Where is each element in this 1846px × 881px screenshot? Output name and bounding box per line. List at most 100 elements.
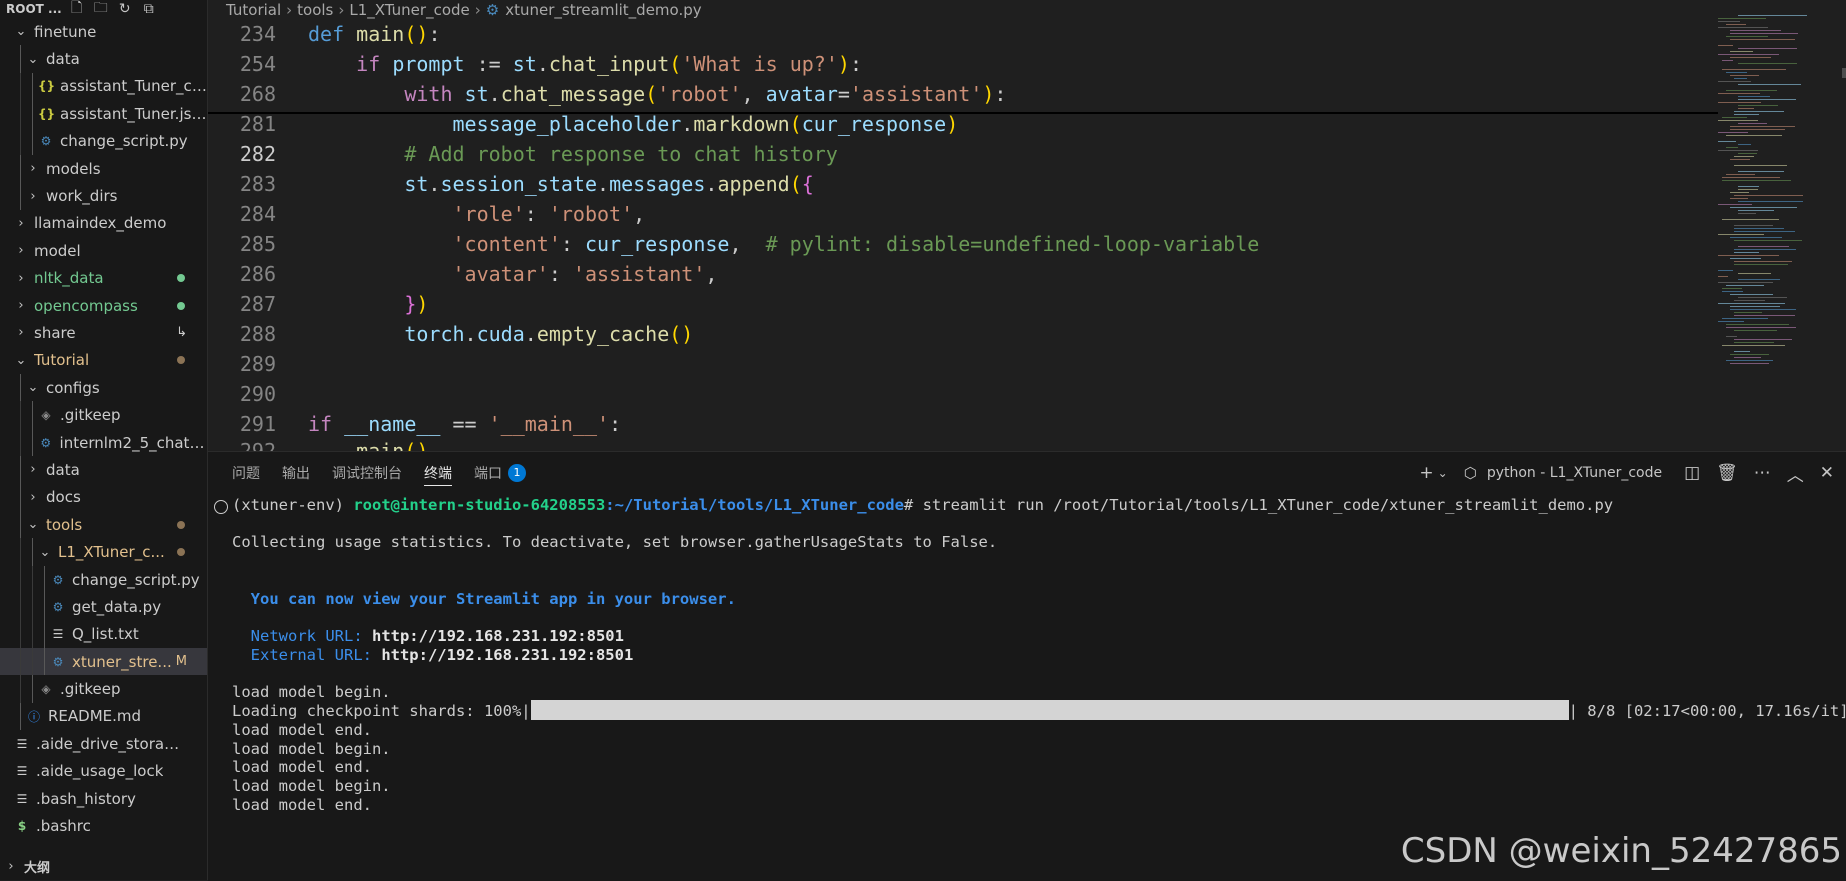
explorer-root-label[interactable]: ROOT ...: [6, 2, 62, 16]
code-editor[interactable]: Tutorial › tools › L1_XTuner_code › ⚙ xt…: [208, 0, 1846, 451]
new-file-icon[interactable]: 🗋: [68, 0, 86, 18]
tree-folder[interactable]: ⌄ data: [0, 45, 207, 73]
minimap-line: [1722, 291, 1743, 292]
tree-file[interactable]: ⚙ change_script.py: [0, 565, 207, 594]
panel-tab-label: 调试控制台: [332, 466, 402, 482]
tree-file[interactable]: {} assistant_Tuner.jsonl: [0, 100, 207, 128]
breadcrumb-item[interactable]: xtuner_streamlit_demo.py: [505, 1, 701, 19]
tree-file[interactable]: ⚙ change_script.py: [0, 127, 207, 155]
tree-folder[interactable]: › opencompass: [0, 292, 207, 319]
tree-folder[interactable]: › docs: [0, 483, 207, 512]
code-line[interactable]: 285 'content': cur_response, # pylint: d…: [208, 229, 1259, 259]
minimap-line: [1734, 264, 1789, 265]
terminal-name[interactable]: python - L1_XTuner_code: [1487, 465, 1662, 481]
panel-tab[interactable]: 终端: [424, 452, 452, 494]
code-text: main(): [356, 439, 429, 451]
breadcrumb-item[interactable]: Tutorial: [226, 1, 281, 19]
minimap-line: [1738, 63, 1798, 64]
minimap[interactable]: [1718, 15, 1846, 445]
chevron-right-icon: ›: [18, 270, 24, 286]
tree-file[interactable]: ☰ .aide_drive_storage_lo...: [0, 730, 207, 757]
indent-guide: [20, 72, 21, 101]
code-line[interactable]: 283 st.session_state.messages.append({: [208, 169, 814, 199]
tree-folder[interactable]: ⌄ tools: [0, 511, 207, 539]
tree-file[interactable]: $ .bashrc: [0, 812, 207, 839]
json-file-icon: {}: [38, 79, 56, 94]
external-url[interactable]: http://192.168.231.192:8501: [381, 646, 633, 664]
outline-section[interactable]: › 大纲: [0, 853, 207, 880]
tree-folder[interactable]: › model: [0, 237, 207, 264]
indent-guide: [32, 565, 33, 594]
close-icon[interactable]: ✕: [1820, 463, 1834, 483]
refresh-icon[interactable]: ↻: [116, 0, 134, 18]
minimap-line: [1734, 351, 1750, 352]
minimap-line: [1726, 147, 1739, 148]
more-icon[interactable]: ⋯: [1754, 463, 1771, 483]
tree-file[interactable]: ☰ .bash_history: [0, 785, 207, 812]
chevron-down-icon: ⌄: [15, 24, 27, 40]
panel-tab[interactable]: 端口 1: [474, 452, 526, 494]
code-line[interactable]: 291 if __name__ == '__main__':: [208, 409, 621, 439]
code-line[interactable]: 288 torch.cuda.empty_cache(): [208, 319, 693, 349]
code-text: # Add robot response to chat history: [404, 142, 838, 166]
tree-folder[interactable]: › data: [0, 456, 207, 484]
python-file-icon: ⚙: [52, 654, 64, 669]
tree-file[interactable]: ⓘ README.md: [0, 702, 207, 731]
tree-folder[interactable]: › work_dirs: [0, 182, 207, 210]
tree-file[interactable]: ☰ .aide_usage_lock: [0, 758, 207, 785]
code-line[interactable]: 287 }): [208, 289, 429, 319]
tree-folder[interactable]: ⌄ Tutorial: [0, 347, 207, 374]
tree-folder[interactable]: › share ↳: [0, 319, 207, 346]
tree-file[interactable]: {} assistant_Tuner_ch...: [0, 72, 207, 101]
breadcrumb-item[interactable]: tools: [297, 1, 333, 19]
code-line[interactable]: 289: [208, 349, 308, 379]
code-line[interactable]: 290: [208, 379, 308, 409]
collapse-icon[interactable]: ⧉: [140, 0, 158, 18]
tree-folder[interactable]: › nltk_data: [0, 265, 207, 292]
tree-file[interactable]: ◈ .gitkeep: [0, 401, 207, 429]
command-status-icon[interactable]: [214, 500, 228, 514]
tree-file[interactable]: ⚙ xtuner_stre... M: [0, 647, 207, 676]
tree-file[interactable]: ⚙ internlm2_5_chat_...: [0, 428, 207, 457]
new-folder-icon[interactable]: 🗀: [92, 0, 110, 18]
tree-folder[interactable]: › models: [0, 154, 207, 183]
panel-tab[interactable]: 调试控制台: [332, 452, 402, 494]
editor-scrollbar[interactable]: [1842, 68, 1846, 78]
tree-file[interactable]: ⚙ get_data.py: [0, 593, 207, 621]
code-line[interactable]: 268 with st.chat_message('robot', avatar…: [208, 79, 1007, 109]
chevron-down-icon[interactable]: ⌄: [1438, 466, 1448, 480]
split-icon[interactable]: ◫: [1684, 463, 1700, 483]
code-line[interactable]: 286 'avatar': 'assistant',: [208, 259, 718, 289]
tree-file[interactable]: ☰ Q_list.txt: [0, 620, 207, 648]
chevron-right-icon: ›: [18, 215, 24, 231]
minimap-line: [1726, 36, 1769, 37]
code-line[interactable]: 292 main(): [208, 439, 429, 451]
panel-tab[interactable]: 问题: [232, 452, 260, 494]
tree-item-label: finetune: [34, 22, 97, 41]
chevron-right-icon: ›: [18, 243, 24, 259]
trash-icon[interactable]: 🗑: [1716, 463, 1738, 483]
maximize-icon[interactable]: ︿: [1787, 461, 1804, 486]
minimap-line: [1734, 114, 1760, 115]
code-line[interactable]: 234 def main():: [208, 19, 441, 49]
indent-guide: [32, 593, 33, 621]
terminal[interactable]: (xtuner-env) root@intern-studio-64208553…: [208, 494, 1846, 881]
breadcrumb-item[interactable]: L1_XTuner_code: [349, 1, 469, 19]
code-line[interactable]: 254 if prompt := st.chat_input('What is …: [208, 49, 862, 79]
line-number: 268: [239, 82, 276, 106]
minimap-line: [1718, 120, 1759, 121]
chevron-down-icon: ⌄: [27, 51, 39, 67]
ports-count-badge: 1: [508, 464, 526, 482]
tree-folder[interactable]: ⌄ finetune: [0, 18, 207, 45]
panel-tab[interactable]: 输出: [282, 452, 310, 494]
tree-file[interactable]: ◈ .gitkeep: [0, 675, 207, 703]
code-line[interactable]: 282 # Add robot response to chat history: [208, 139, 838, 169]
tree-folder[interactable]: ⌄ L1_XTuner_c...: [0, 538, 207, 566]
network-url[interactable]: http://192.168.231.192:8501: [372, 627, 624, 645]
tree-folder[interactable]: › llamaindex_demo: [0, 210, 207, 237]
code-line[interactable]: 284 'role': 'robot',: [208, 199, 645, 229]
tree-folder[interactable]: ⌄ configs: [0, 374, 207, 402]
minimap-line: [1718, 303, 1785, 304]
plus-icon[interactable]: +: [1419, 463, 1433, 483]
indent-guide: [32, 620, 33, 648]
